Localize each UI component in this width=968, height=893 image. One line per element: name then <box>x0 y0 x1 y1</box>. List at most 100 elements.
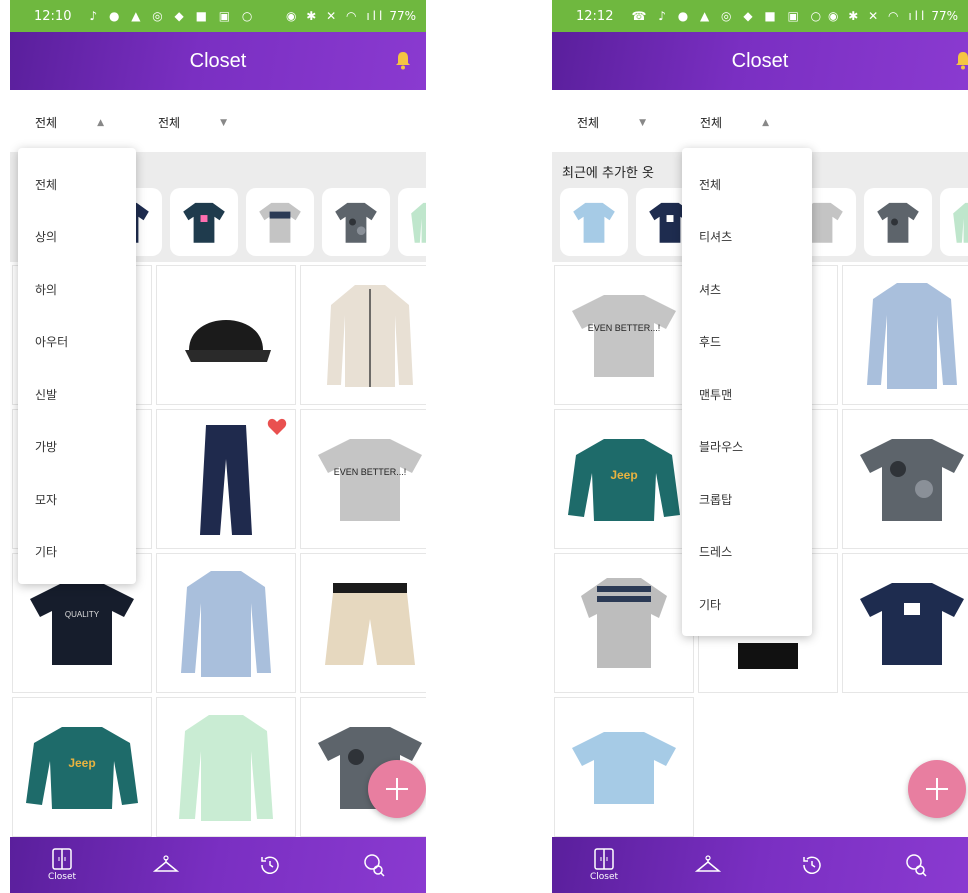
status-bar: 12:12 ☎ ♪ ● ▲ ◎ ◆ ■ ▣ ○ ◉ ✱ ✕ ◠ ıll 77% <box>552 0 968 32</box>
tshirt-image <box>259 202 301 243</box>
battery-level: 77% <box>931 9 958 23</box>
nav-history[interactable] <box>218 837 322 893</box>
tshirt-image: EVEN BETTER...! <box>318 439 422 521</box>
app-bar: Closet <box>10 32 426 90</box>
clothing-item[interactable] <box>300 265 426 405</box>
sweatshirt-image <box>411 202 426 243</box>
nav-closet[interactable]: Closet <box>552 837 656 893</box>
category-filter[interactable]: 전체 ▲ <box>35 114 104 131</box>
filter-bar: 전체 ▼ 전체 ▲ <box>552 90 968 152</box>
sweater-image <box>581 578 667 668</box>
app-bar: Closet <box>552 32 968 90</box>
tshirt-image <box>572 732 676 804</box>
subcategory-filter[interactable]: 전체 ▲ <box>700 114 769 131</box>
nav-closet-label: Closet <box>47 872 77 882</box>
favorite-heart-icon[interactable] <box>267 418 287 436</box>
bell-icon[interactable] <box>954 50 968 70</box>
dropdown-option[interactable]: 티셔츠 <box>682 211 812 264</box>
category-filter[interactable]: 전체 ▼ <box>577 114 646 131</box>
dropdown-option[interactable]: 후드 <box>682 316 812 369</box>
clothing-item[interactable]: EVEN BETTER...! <box>554 265 694 405</box>
dropdown-option[interactable]: 크롭탑 <box>682 473 812 526</box>
dropdown-option[interactable]: 가방 <box>18 421 136 474</box>
dropdown-option[interactable]: 기타 <box>18 526 136 579</box>
dropdown-option[interactable]: 하의 <box>18 263 136 316</box>
clothing-item[interactable] <box>156 697 296 837</box>
sweatshirt-image: Jeep <box>568 439 680 521</box>
recent-item[interactable] <box>322 188 390 256</box>
closet-icon <box>594 848 614 870</box>
recent-item[interactable] <box>398 188 426 256</box>
svg-text:Jeep: Jeep <box>68 756 95 770</box>
chevron-up-icon: ▲ <box>762 117 770 128</box>
shorts-image <box>325 583 415 665</box>
dropdown-option[interactable]: 드레스 <box>682 526 812 579</box>
dropdown-option[interactable]: 맨투맨 <box>682 368 812 421</box>
nav-history[interactable] <box>760 837 864 893</box>
hanger-icon <box>695 855 721 872</box>
tshirt-image <box>335 202 377 243</box>
status-time: 12:10 <box>34 8 72 24</box>
shirt-image <box>181 571 271 677</box>
clothing-item[interactable] <box>554 697 694 837</box>
clothing-item[interactable]: EVEN BETTER...! <box>300 409 426 549</box>
clothing-item[interactable] <box>156 553 296 693</box>
phone-screen-left: 12:10 ♪ ● ▲ ◎ ◆ ■ ▣ ○ ◉ ✱ ✕ ◠ ıll 77% Cl… <box>10 0 426 893</box>
bottom-nav: Closet <box>10 837 426 893</box>
sweatshirt-image: Jeep <box>26 727 138 809</box>
dropdown-option[interactable]: 상의 <box>18 211 136 264</box>
tshirt-image <box>877 202 919 243</box>
clothing-item[interactable] <box>156 409 296 549</box>
app-title: Closet <box>731 49 789 72</box>
tshirt-image: EVEN BETTER...! <box>572 295 676 377</box>
svg-text:EVEN BETTER...!: EVEN BETTER...! <box>588 323 661 333</box>
clothing-item[interactable] <box>156 265 296 405</box>
clothing-item[interactable] <box>554 553 694 693</box>
notification-icons: ♪ ● ▲ ◎ ◆ ■ ▣ ○ <box>89 9 257 23</box>
status-time: 12:12 <box>576 8 614 24</box>
subcategory-filter-label: 전체 <box>158 116 181 130</box>
nav-outfit[interactable] <box>656 837 760 893</box>
dropdown-option[interactable]: 전체 <box>18 158 136 211</box>
category-dropdown-menu: 전체 상의 하의 아우터 신발 가방 모자 기타 <box>18 148 136 584</box>
clothing-item[interactable] <box>842 409 968 549</box>
add-item-button[interactable] <box>368 760 426 818</box>
category-filter-label: 전체 <box>577 116 600 130</box>
dropdown-option[interactable]: 전체 <box>682 158 812 211</box>
dropdown-option[interactable]: 블라우스 <box>682 421 812 474</box>
recent-item[interactable] <box>560 188 628 256</box>
clothing-item[interactable]: Jeep <box>554 409 694 549</box>
nav-profile[interactable] <box>322 837 426 893</box>
bell-icon[interactable] <box>394 50 412 70</box>
recent-item[interactable] <box>170 188 238 256</box>
subcategory-filter[interactable]: 전체 ▼ <box>158 114 227 131</box>
chevron-down-icon: ▼ <box>639 117 647 128</box>
svg-text:Jeep: Jeep <box>610 468 637 482</box>
clothing-item[interactable] <box>842 553 968 693</box>
tshirt-image <box>573 202 615 243</box>
cap-image <box>185 320 271 362</box>
dropdown-option[interactable]: 아우터 <box>18 316 136 369</box>
recent-item[interactable] <box>246 188 314 256</box>
nav-profile[interactable] <box>864 837 968 893</box>
recent-item[interactable] <box>864 188 932 256</box>
clothing-item[interactable] <box>300 553 426 693</box>
recent-item[interactable] <box>940 188 968 256</box>
shirt-image <box>867 283 957 389</box>
battery-level: 77% <box>389 9 416 23</box>
subcategory-dropdown-menu: 전체 티셔츠 셔츠 후드 맨투맨 블라우스 크롭탑 드레스 기타 <box>682 148 812 636</box>
nav-outfit[interactable] <box>114 837 218 893</box>
dropdown-option[interactable]: 모자 <box>18 473 136 526</box>
plus-icon <box>386 778 408 800</box>
dropdown-option[interactable]: 셔츠 <box>682 263 812 316</box>
clothing-item[interactable]: Jeep <box>12 697 152 837</box>
clothing-item[interactable] <box>842 265 968 405</box>
dropdown-option[interactable]: 기타 <box>682 578 812 631</box>
add-item-button[interactable] <box>908 760 966 818</box>
recent-section-title: 최근에 추가한 옷 <box>562 166 654 181</box>
closet-icon <box>52 848 72 870</box>
history-icon <box>803 856 821 874</box>
svg-text:EVEN BETTER...!: EVEN BETTER...! <box>334 467 407 477</box>
dropdown-option[interactable]: 신발 <box>18 368 136 421</box>
nav-closet[interactable]: Closet <box>10 837 114 893</box>
